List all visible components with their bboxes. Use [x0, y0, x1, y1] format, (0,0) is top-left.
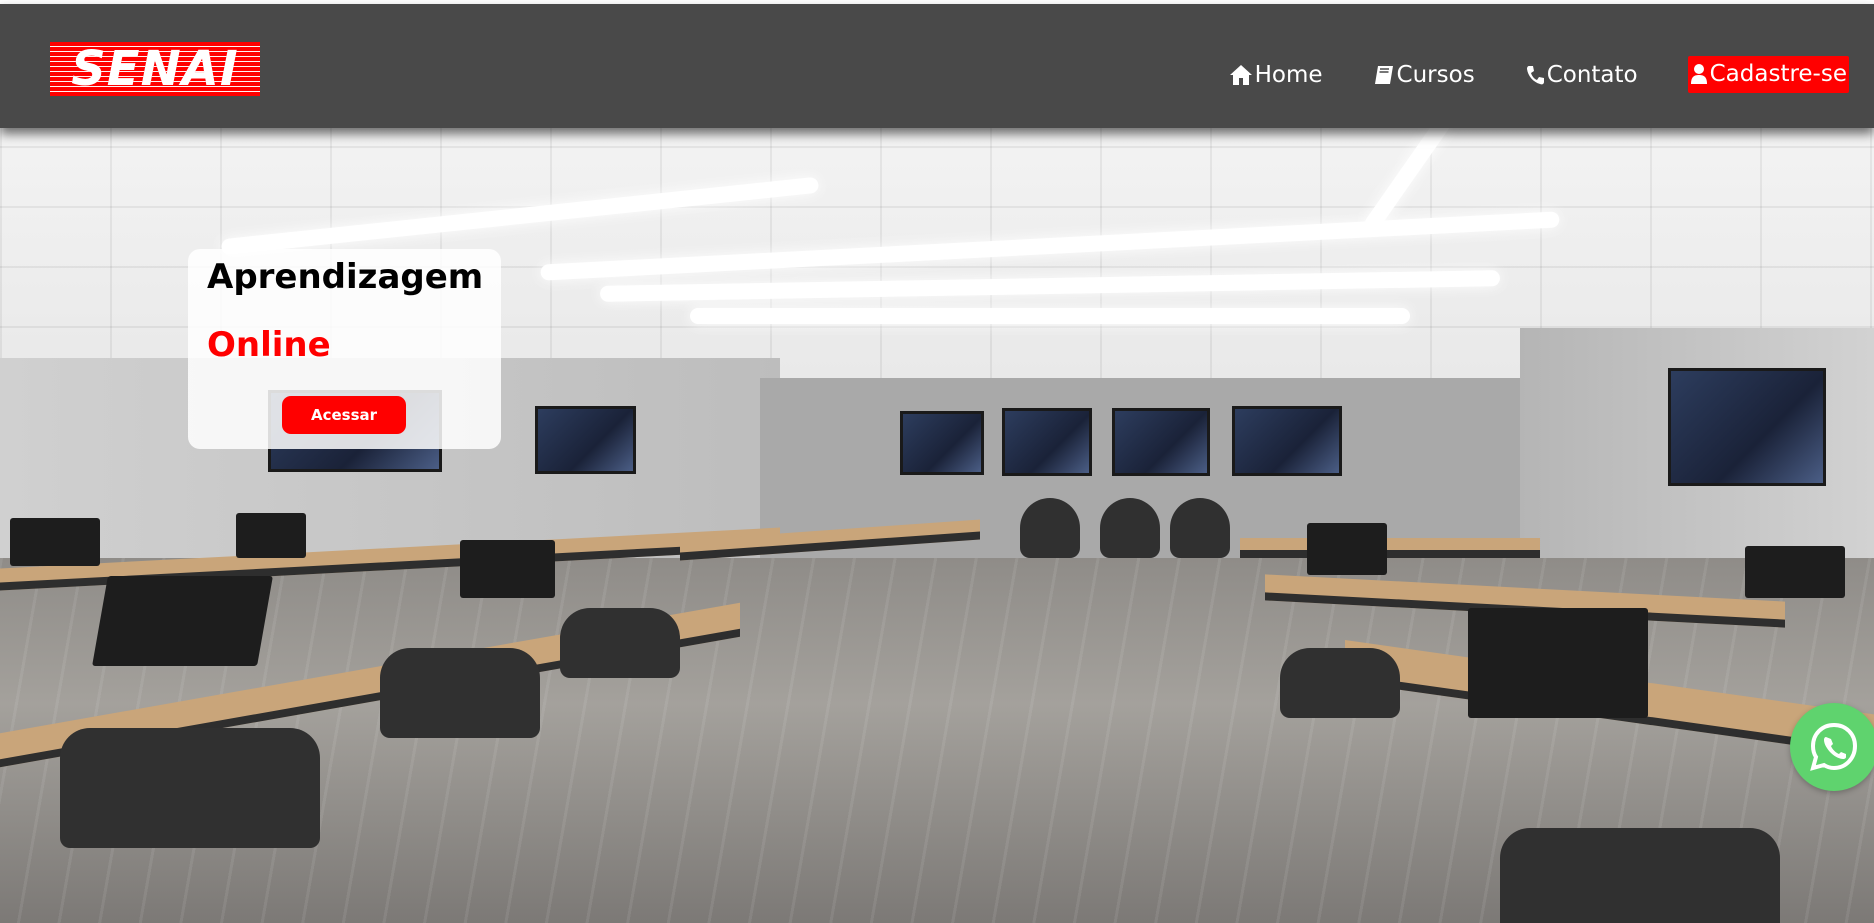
- wall-screen: [535, 406, 636, 474]
- chair: [1170, 498, 1230, 558]
- nav-cadastre-se-label: Cadastre-se: [1709, 61, 1847, 87]
- laptop: [1468, 608, 1648, 718]
- wall-screen: [900, 411, 984, 475]
- chair: [1500, 828, 1780, 923]
- nav-contato-label: Contato: [1546, 61, 1638, 88]
- ceiling-light: [690, 308, 1410, 324]
- main-nav: Home Cursos Contato Cadastre-se: [1179, 56, 1849, 93]
- laptop: [1307, 523, 1387, 575]
- wall-screen: [1112, 408, 1210, 476]
- chair: [1020, 498, 1080, 558]
- nav-contato-link[interactable]: Contato: [1525, 62, 1638, 88]
- chair: [60, 728, 320, 848]
- phone-icon: [1526, 65, 1544, 84]
- laptop: [10, 518, 100, 566]
- hero-title: Aprendizagem: [207, 257, 484, 297]
- nav-home-link[interactable]: Home: [1229, 62, 1323, 88]
- laptop: [1745, 546, 1845, 598]
- chair: [1280, 648, 1400, 718]
- home-icon: [1229, 64, 1252, 85]
- user-icon: [1690, 64, 1707, 84]
- hero-section: [0, 128, 1874, 923]
- laptop: [460, 540, 555, 598]
- chair: [560, 608, 680, 678]
- wall-screen: [1002, 408, 1092, 476]
- book-icon: [1374, 65, 1393, 84]
- senai-logo[interactable]: SENAI: [50, 42, 260, 96]
- whatsapp-icon: [1810, 722, 1858, 771]
- nav-cursos-link[interactable]: Cursos: [1373, 62, 1475, 88]
- whatsapp-button[interactable]: [1790, 703, 1874, 791]
- nav-cadastre-se-button[interactable]: Cadastre-se: [1687, 56, 1849, 93]
- acessar-button[interactable]: Acessar: [282, 396, 406, 434]
- hero-card: Aprendizagem Online Acessar: [188, 249, 501, 449]
- chair: [380, 648, 540, 738]
- desk: [1240, 538, 1540, 558]
- nav-home-label: Home: [1254, 61, 1323, 88]
- site-header: SENAI Home Cursos Contato Cadastre-se: [0, 4, 1874, 128]
- logo-text: SENAI: [71, 42, 239, 96]
- laptop: [236, 513, 306, 558]
- wall-screen: [1232, 406, 1342, 476]
- hero-subtitle: Online: [207, 325, 331, 365]
- laptop: [92, 576, 273, 666]
- wall-screen: [1668, 368, 1826, 486]
- nav-cursos-label: Cursos: [1396, 61, 1475, 88]
- chair: [1100, 498, 1160, 558]
